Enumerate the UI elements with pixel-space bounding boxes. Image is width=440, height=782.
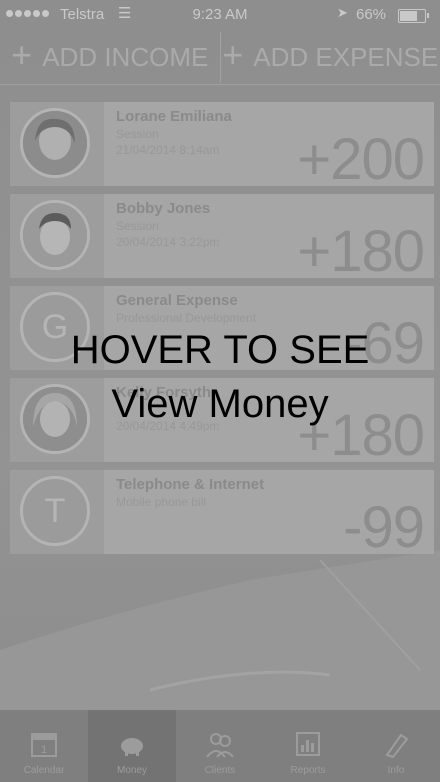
tab-clients[interactable]: Clients: [176, 710, 264, 782]
entry-date: 20/04/2014 3:22pm: [116, 235, 220, 249]
avatar: T: [20, 476, 90, 546]
entry-name: Bobby Jones: [116, 200, 211, 217]
entry-amount: +200: [297, 127, 425, 192]
info-icon: [385, 733, 409, 759]
battery-percent: 66%: [356, 6, 387, 23]
entry-avatar-panel: [10, 194, 104, 278]
tab-label: Calendar: [23, 765, 65, 776]
entry-name: Telephone & Internet: [116, 476, 265, 493]
entry-avatar-panel: [10, 102, 104, 186]
add-income-label: ADD INCOME: [42, 41, 209, 72]
clients-icon: [206, 733, 234, 758]
tab-reports[interactable]: Reports: [264, 710, 352, 782]
divider: [0, 84, 440, 85]
person-photo-icon: [23, 111, 87, 175]
list-item[interactable]: Lorane Emiliana Session 21/04/2014 8:14a…: [10, 102, 434, 192]
status-bar: Telstra ☰ 9:23 AM ➤ 66%: [0, 0, 440, 30]
piggy-bank-icon: [121, 738, 143, 756]
entry-category: Session: [116, 219, 159, 233]
entry-name: Lorane Emiliana: [116, 108, 232, 125]
action-bar: + ADD INCOME + ADD EXPENSE: [0, 32, 440, 82]
tab-bar: 1 Calendar Money Clients Reports Info: [0, 710, 440, 782]
avatar: [20, 200, 90, 270]
reports-icon: [296, 732, 320, 756]
tab-label: Money: [116, 765, 147, 776]
tab-label: Clients: [204, 765, 236, 776]
background-sail-image: [0, 550, 440, 730]
battery-tip: [427, 13, 429, 18]
view-money-title: View Money: [111, 382, 329, 426]
add-expense-button[interactable]: + ADD EXPENSE: [219, 32, 440, 82]
list-item[interactable]: Bobby Jones Session 20/04/2014 3:22pm +1…: [10, 194, 434, 284]
tab-info[interactable]: Info: [352, 710, 440, 782]
add-expense-label: ADD EXPENSE: [253, 41, 439, 72]
list-item[interactable]: T Telephone & Internet Mobile phone bill…: [10, 470, 434, 560]
entry-amount: -99: [343, 495, 425, 560]
location-arrow-icon: ➤: [337, 5, 348, 20]
tab-money[interactable]: Money: [88, 710, 176, 782]
entry-category: Professional Development: [116, 311, 257, 325]
entry-date: 21/04/2014 8:14am: [116, 143, 220, 157]
entry-category: Session: [116, 127, 159, 141]
battery-icon: [398, 9, 426, 23]
plus-icon: +: [11, 34, 33, 75]
svg-text:1: 1: [41, 744, 47, 756]
calendar-icon: 1: [31, 733, 57, 757]
plus-icon: +: [222, 34, 244, 75]
tab-label: Reports: [290, 765, 326, 776]
hover-hint-text: HOVER TO SEE: [70, 328, 370, 372]
entry-amount: +180: [297, 219, 425, 284]
app-screen: Telstra ☰ 9:23 AM ➤ 66% + ADD INCOME + A…: [0, 0, 440, 782]
entry-name: General Expense: [116, 292, 238, 309]
tab-label: Info: [387, 765, 405, 776]
add-income-button[interactable]: + ADD INCOME: [0, 32, 220, 82]
tab-calendar[interactable]: 1 Calendar: [0, 710, 88, 782]
entry-avatar-panel: T: [10, 470, 104, 554]
person-photo-icon: [23, 203, 87, 267]
avatar: [20, 108, 90, 178]
entry-category: Mobile phone bill: [116, 495, 207, 509]
